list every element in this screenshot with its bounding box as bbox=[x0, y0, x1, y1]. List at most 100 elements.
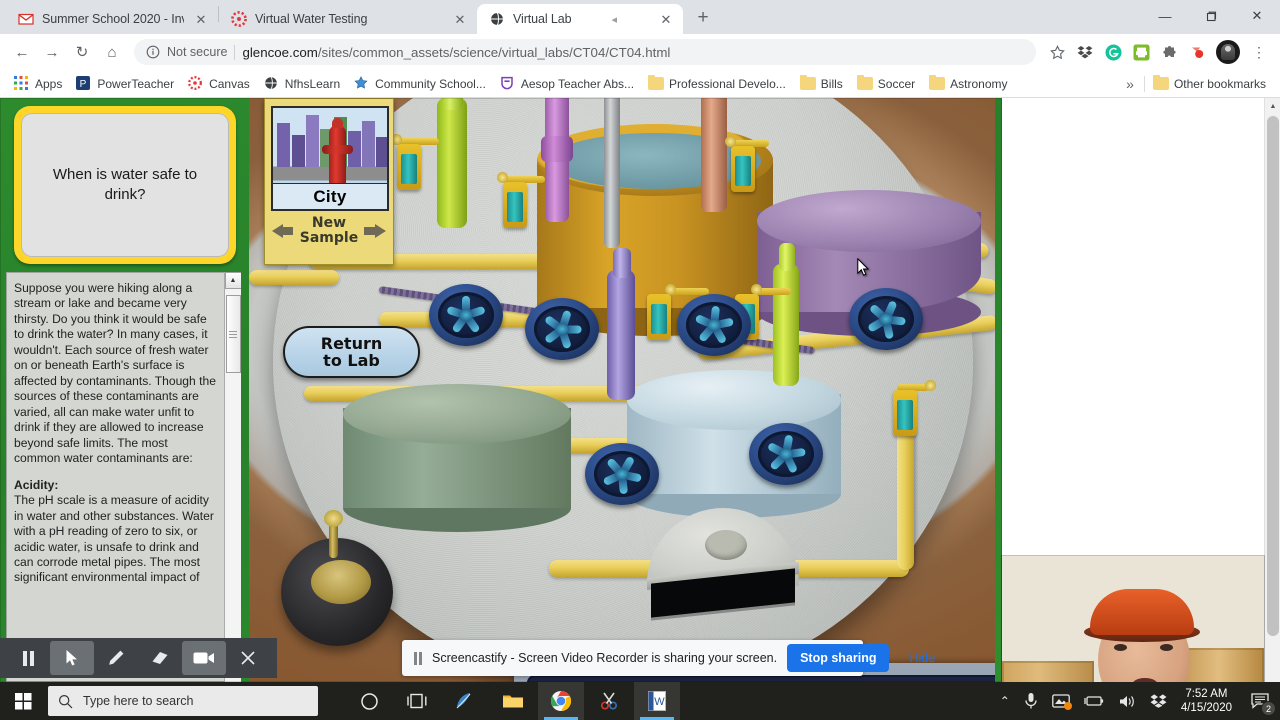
pause-recording-button[interactable] bbox=[6, 641, 50, 675]
bookmark-star-icon[interactable] bbox=[1044, 39, 1070, 65]
bookmark-aesop[interactable]: Aesop Teacher Abs... bbox=[494, 73, 640, 95]
pencil-tool-button[interactable] bbox=[94, 641, 138, 675]
minimize-button[interactable]: — bbox=[1142, 0, 1188, 32]
battery-icon[interactable] bbox=[1084, 695, 1104, 707]
hide-button[interactable]: Hide bbox=[899, 644, 945, 672]
snipping-tool-icon[interactable] bbox=[586, 682, 632, 720]
maximize-button[interactable] bbox=[1188, 0, 1234, 32]
riser-green2[interactable] bbox=[773, 264, 799, 386]
close-icon[interactable]: ✕ bbox=[451, 10, 469, 28]
previous-sample-button[interactable] bbox=[272, 221, 294, 241]
print-icon[interactable] bbox=[1128, 39, 1154, 65]
info-icon[interactable] bbox=[146, 45, 160, 59]
page-scrollbar[interactable]: ▲ bbox=[1264, 98, 1280, 682]
tray-overflow-button[interactable]: ⌃ bbox=[1000, 694, 1010, 708]
new-tab-button[interactable]: + bbox=[689, 4, 717, 32]
extension-icon[interactable] bbox=[1156, 39, 1182, 65]
valve-wheel-1[interactable] bbox=[429, 284, 503, 346]
bookmark-professional-development[interactable]: Professional Develo... bbox=[642, 74, 792, 94]
mail-icon[interactable] bbox=[442, 682, 488, 720]
browser-tab-virtual-lab[interactable]: Virtual Lab ◂ ✕ bbox=[477, 4, 683, 34]
stop-sharing-button[interactable]: Stop sharing bbox=[787, 644, 890, 672]
taskbar-clock[interactable]: 7:52 AM 4/15/2020 bbox=[1181, 687, 1232, 716]
aeration-tank[interactable] bbox=[537, 124, 773, 336]
riser-magenta[interactable] bbox=[545, 98, 569, 222]
reload-button[interactable]: ↻ bbox=[68, 38, 96, 66]
riser-green[interactable] bbox=[437, 98, 467, 228]
return-to-lab-button[interactable]: Return to Lab bbox=[283, 326, 420, 378]
browser-tab-gmail[interactable]: Summer School 2020 - Invitation ✕ bbox=[6, 4, 218, 34]
reading-scroll-thumb[interactable] bbox=[225, 295, 241, 373]
reading-scrollbar[interactable]: ▲ bbox=[224, 272, 241, 682]
forward-button[interactable]: → bbox=[38, 38, 66, 66]
gauge-knob-5[interactable] bbox=[665, 284, 676, 295]
blue-tank[interactable] bbox=[627, 370, 841, 518]
sample-card[interactable]: City New Sample bbox=[264, 98, 394, 265]
gauge-knob-3[interactable] bbox=[725, 136, 736, 147]
reading-scroll-up-arrow[interactable]: ▲ bbox=[224, 272, 241, 289]
cortana-icon[interactable] bbox=[346, 682, 392, 720]
water-treatment-plant-illustration[interactable]: City New Sample Return to Lab bbox=[249, 98, 995, 682]
grammarly-icon[interactable] bbox=[1100, 39, 1126, 65]
valve-wheel-5[interactable] bbox=[749, 423, 823, 485]
bookmarks-overflow-button[interactable]: » bbox=[1118, 76, 1142, 92]
gauge-knob-6[interactable] bbox=[925, 380, 936, 391]
bookmark-astronomy[interactable]: Astronomy bbox=[923, 74, 1013, 94]
back-button[interactable]: ← bbox=[8, 38, 36, 66]
gauge-knob-4[interactable] bbox=[751, 284, 762, 295]
eraser-tool-button[interactable] bbox=[138, 641, 182, 675]
profile-avatar[interactable] bbox=[1216, 40, 1240, 64]
screencastify-icon[interactable] bbox=[1184, 39, 1210, 65]
pump-housing[interactable] bbox=[281, 538, 393, 646]
bookmark-canvas[interactable]: Canvas bbox=[182, 73, 256, 95]
pressure-gauge-6[interactable] bbox=[893, 390, 917, 436]
gauge-knob-2[interactable] bbox=[497, 172, 508, 183]
pump-knob[interactable] bbox=[324, 510, 343, 527]
volume-icon[interactable] bbox=[1118, 694, 1136, 709]
bookmark-other-bookmarks[interactable]: Other bookmarks bbox=[1147, 74, 1272, 94]
valve-wheel-3[interactable] bbox=[677, 294, 751, 356]
browser-tab-virtual-water-testing[interactable]: Virtual Water Testing ✕ bbox=[219, 4, 477, 34]
green-tank[interactable] bbox=[343, 384, 571, 532]
close-icon[interactable]: ✕ bbox=[192, 10, 210, 28]
webcam-toggle-button[interactable] bbox=[182, 641, 226, 675]
bookmark-nfhslearn[interactable]: NfhsLearn bbox=[258, 73, 346, 95]
notification-center-button[interactable]: 2 bbox=[1246, 688, 1276, 716]
task-view-icon[interactable] bbox=[394, 682, 440, 720]
dropbox-icon[interactable] bbox=[1072, 39, 1098, 65]
pressure-gauge-1[interactable] bbox=[397, 144, 421, 190]
bookmark-apps[interactable]: Apps bbox=[8, 73, 68, 95]
scrollbar-thumb[interactable] bbox=[1267, 116, 1279, 636]
pressure-gauge-3[interactable] bbox=[731, 146, 755, 192]
close-recorder-button[interactable] bbox=[226, 641, 270, 675]
start-button[interactable] bbox=[0, 682, 46, 720]
word-icon[interactable]: W bbox=[634, 682, 680, 720]
pressure-gauge-2[interactable] bbox=[503, 182, 527, 228]
home-button[interactable]: ⌂ bbox=[98, 38, 126, 66]
bookmark-powerteacher[interactable]: P PowerTeacher bbox=[70, 73, 180, 95]
bookmark-soccer[interactable]: Soccer bbox=[851, 74, 921, 94]
dropbox-icon[interactable] bbox=[1150, 693, 1167, 709]
reading-scroll-track[interactable] bbox=[224, 289, 241, 682]
file-explorer-icon[interactable] bbox=[490, 682, 536, 720]
pressure-gauge-4[interactable] bbox=[735, 294, 759, 340]
taskbar-search[interactable]: Type here to search bbox=[48, 686, 318, 716]
address-bar[interactable]: Not secure glencoe.com/sites/common_asse… bbox=[134, 39, 1036, 65]
valve-wheel-2[interactable] bbox=[525, 298, 599, 360]
valve-wheel-6[interactable] bbox=[849, 288, 923, 350]
scroll-up-arrow[interactable]: ▲ bbox=[1265, 98, 1280, 114]
outlet-dome[interactable] bbox=[647, 508, 799, 618]
google-chrome-icon[interactable] bbox=[538, 682, 584, 720]
chrome-menu-button[interactable]: ⋮ bbox=[1246, 39, 1272, 65]
riser-violet[interactable] bbox=[607, 270, 635, 400]
next-sample-button[interactable] bbox=[364, 221, 386, 241]
microphone-icon[interactable] bbox=[1024, 692, 1038, 710]
purple-tank[interactable] bbox=[757, 190, 981, 336]
gauge-knob-1[interactable] bbox=[391, 134, 402, 145]
screenshot-icon[interactable] bbox=[1051, 693, 1072, 710]
riser-copper[interactable] bbox=[701, 98, 727, 212]
close-icon[interactable]: ✕ bbox=[657, 10, 675, 28]
close-window-button[interactable]: ✕ bbox=[1234, 0, 1280, 32]
cursor-tool-button[interactable] bbox=[50, 641, 94, 675]
bookmark-community-school[interactable]: Community School... bbox=[348, 73, 492, 95]
